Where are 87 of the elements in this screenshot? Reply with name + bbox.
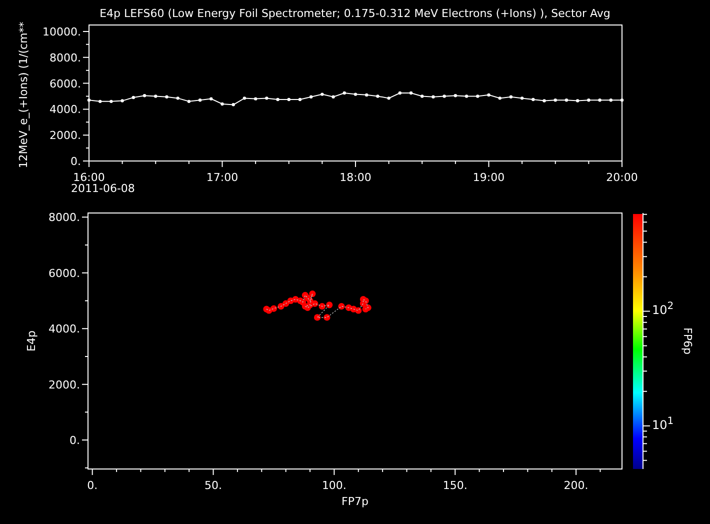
point (432, 95, 435, 98)
point (362, 306, 369, 312)
point (598, 98, 602, 102)
point (487, 93, 490, 97)
point (332, 95, 335, 98)
y-tick-label: 0. (70, 434, 80, 448)
point (420, 94, 424, 98)
y-tick-label: 2000. (50, 129, 81, 142)
point (120, 99, 124, 102)
point (409, 91, 413, 95)
point (98, 100, 102, 104)
point (210, 97, 213, 100)
point (232, 103, 235, 106)
y-axis-label: E4p (25, 330, 38, 352)
point (609, 98, 612, 102)
point (564, 98, 568, 102)
point (398, 91, 402, 95)
point (542, 99, 546, 102)
colorbar-label: FP6p (681, 328, 694, 354)
point (265, 96, 268, 100)
point (520, 96, 524, 100)
point (620, 98, 624, 102)
point (355, 307, 362, 314)
chart-title: E4p LEFS60 (Low Energy Foil Spectrometer; 0.175-0.312 MeV Electrons (+Ions) ), Sector Avg (100, 7, 610, 20)
x-tick-label: 20:00 (606, 171, 638, 184)
point (509, 95, 513, 98)
y-tick-label: 6000. (50, 77, 81, 90)
colorbar-tick-label: 10$^{1}$ (652, 414, 674, 433)
point (498, 96, 502, 100)
point (476, 94, 480, 98)
point (342, 91, 346, 95)
point (270, 305, 278, 312)
point (376, 94, 380, 98)
y-tick-label: 0. (70, 155, 81, 168)
point (454, 94, 458, 98)
point (320, 92, 324, 96)
point (254, 97, 258, 100)
point (220, 102, 224, 106)
colorbar-tick-label: 10$^{2}$ (652, 300, 674, 318)
point (309, 290, 316, 298)
point (298, 98, 302, 102)
point (187, 100, 191, 104)
point (576, 99, 580, 102)
y-tick-label: 6000. (48, 266, 80, 280)
point (365, 93, 368, 97)
y-tick-label: 4000. (48, 322, 80, 336)
x-tick-label: 19:00 (472, 171, 505, 184)
y-tick-label: 8000. (48, 211, 80, 224)
point (198, 98, 202, 102)
x-tick-label: 16:00 (73, 171, 105, 184)
point (318, 303, 326, 310)
point (326, 302, 333, 308)
x-tick-label: 18:00 (340, 171, 372, 184)
x-tick-label: 17:00 (206, 171, 238, 184)
y-tick-label: 10000. (42, 25, 81, 38)
point (176, 96, 180, 100)
point (387, 96, 390, 100)
point (287, 98, 290, 102)
x-tick-label: 100. (322, 479, 346, 492)
point (312, 300, 318, 307)
point (276, 98, 280, 102)
point (464, 94, 468, 98)
point (587, 98, 590, 102)
x-tick-label: 150. (442, 479, 468, 492)
point (110, 100, 113, 104)
point (87, 98, 91, 102)
point (165, 95, 168, 98)
y-tick-label: 8000. (50, 51, 81, 64)
point (154, 94, 158, 98)
x-tick-label: 0. (87, 479, 98, 492)
x-tick-label: 200. (564, 479, 588, 492)
y-axis-label: 12MeV_e_(+Ions) (1/(cm** (17, 22, 30, 168)
point (532, 98, 535, 102)
point (132, 96, 136, 100)
y-tick-label: 2000. (48, 378, 80, 392)
point (354, 92, 358, 96)
date-label: 2011-06-08 (71, 182, 135, 195)
x-axis-label: FP7p (342, 495, 368, 508)
point (338, 303, 345, 310)
point (554, 98, 557, 102)
x-tick-label: 50. (204, 479, 222, 492)
point (442, 94, 446, 98)
point (242, 96, 246, 100)
point (142, 94, 146, 98)
y-tick-label: 4000. (50, 103, 81, 116)
point (314, 314, 321, 321)
point (309, 95, 313, 98)
